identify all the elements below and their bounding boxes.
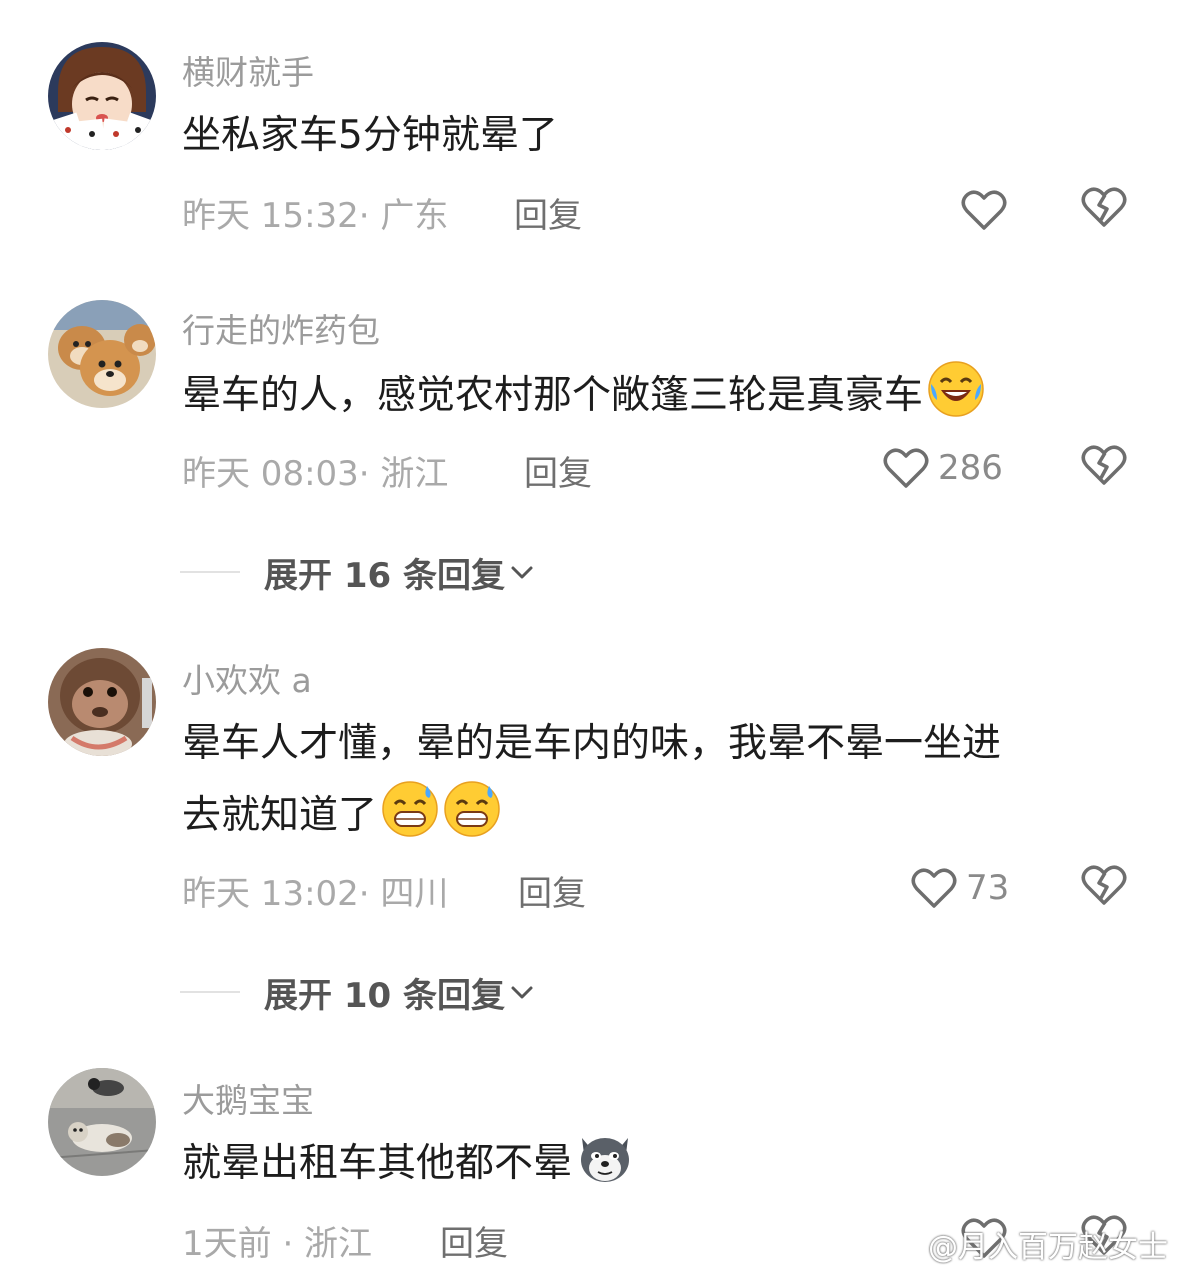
doge-emoji-icon	[576, 1128, 634, 1186]
reply-button[interactable]: 回复	[518, 866, 586, 915]
comment-text-line-2: 去就知道了	[182, 793, 378, 838]
reply-button[interactable]: 回复	[514, 188, 582, 237]
username[interactable]: 小欢欢 a	[182, 654, 312, 702]
cat-on-street-avatar-icon	[48, 1068, 156, 1176]
heart-icon	[911, 868, 957, 908]
heart-icon	[961, 190, 1007, 230]
reply-button[interactable]: 回复	[524, 446, 592, 495]
expand-replies-label: 展开 10 条回复	[264, 975, 505, 1016]
user-avatar[interactable]	[48, 1068, 156, 1176]
username[interactable]: 横财就手	[182, 46, 314, 94]
username[interactable]: 行走的炸药包	[182, 304, 380, 352]
user-avatar[interactable]	[48, 648, 156, 756]
monkey-face-avatar-icon	[48, 648, 156, 756]
divider-line	[180, 991, 240, 993]
comment-meta: 昨天 15:32· 广东	[182, 196, 449, 236]
divider-line	[180, 571, 240, 573]
dislike-button[interactable]	[1080, 862, 1128, 910]
grinning-sweat-emoji-icon	[443, 780, 501, 838]
expand-replies-button[interactable]: 展开 16 条回复	[180, 548, 535, 596]
broken-heart-icon	[1081, 865, 1127, 905]
like-button[interactable]: 286	[882, 442, 1003, 494]
like-button[interactable]: 73	[910, 862, 1009, 914]
broken-heart-icon	[1081, 445, 1127, 485]
comment-meta: 昨天 08:03· 浙江	[182, 454, 449, 494]
comment-meta: 昨天 13:02· 四川	[182, 874, 449, 914]
comment-text-body: 就晕出租车其他都不晕	[182, 1141, 573, 1186]
expand-replies-button[interactable]: 展开 10 条回复	[180, 968, 535, 1016]
username[interactable]: 大鹅宝宝	[182, 1074, 314, 1122]
comment-text: 晕车的人，感觉农村那个敞篷三轮是真豪车	[182, 360, 1142, 432]
comment-text-line: 去就知道了	[182, 780, 1142, 852]
shiba-dogs-avatar-icon	[48, 300, 156, 408]
chevron-down-icon	[511, 566, 533, 579]
dislike-button[interactable]	[1080, 442, 1128, 490]
dislike-button[interactable]	[1080, 184, 1128, 232]
laughing-crying-emoji-icon	[927, 360, 985, 418]
comment-text-body: 晕车的人，感觉农村那个敞篷三轮是真豪车	[182, 373, 924, 418]
heart-icon	[883, 448, 929, 488]
broken-heart-icon	[1081, 187, 1127, 227]
weibo-logo-icon	[877, 1227, 920, 1262]
user-avatar[interactable]	[48, 300, 156, 408]
anime-girl-avatar-icon	[48, 42, 156, 150]
user-avatar[interactable]	[48, 42, 156, 150]
comment-text-line: 晕车人才懂，晕的是车内的味，我晕不晕一坐进	[182, 721, 1002, 766]
weibo-watermark: @月入百万赵女士	[876, 1222, 1168, 1266]
comment-text: 就晕出租车其他都不晕	[182, 1128, 1142, 1200]
like-count: 286	[938, 448, 1003, 488]
like-button[interactable]	[960, 184, 1008, 236]
reply-button[interactable]: 回复	[440, 1216, 508, 1265]
comment-meta: 1天前 · 浙江	[182, 1224, 373, 1264]
comment-text: 坐私家车5分钟就晕了	[182, 100, 1142, 172]
comment-text-body: 坐私家车5分钟就晕了	[182, 113, 558, 158]
expand-replies-label: 展开 16 条回复	[264, 555, 505, 596]
chevron-down-icon	[511, 986, 533, 999]
like-count: 73	[966, 868, 1010, 908]
comment-text: 晕车人才懂，晕的是车内的味，我晕不晕一坐进 去就知道了	[182, 708, 1142, 852]
watermark-text: @月入百万赵女士	[928, 1230, 1168, 1265]
grinning-sweat-emoji-icon	[381, 780, 439, 838]
